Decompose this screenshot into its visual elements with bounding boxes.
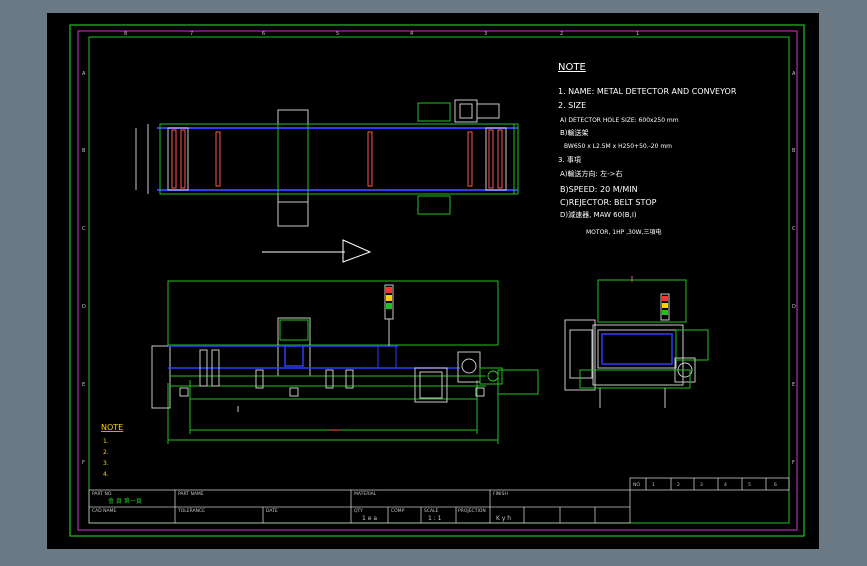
small-note-item: 3.	[103, 460, 109, 467]
svg-text:8: 8	[124, 31, 127, 37]
part-name-label: PART NAME	[178, 491, 204, 497]
svg-text:F: F	[792, 460, 795, 466]
qty-value: 1 e a	[362, 515, 377, 522]
svg-text:E: E	[82, 382, 85, 388]
cad-drawing-viewport: 8 7 6 5 4 3 2 1 A B C D E F A B C D E F NOTE 1. NAME:…	[0, 0, 867, 562]
finish-label: FINISH	[493, 491, 508, 497]
note-line: C)REJECTOR: BELT STOP	[560, 198, 657, 207]
qty-label: QTY	[354, 508, 363, 514]
revision-cell: 2	[677, 482, 680, 488]
svg-text:B: B	[792, 148, 796, 154]
notes-heading: NOTE	[558, 62, 586, 73]
designer-value: K y h	[496, 515, 511, 522]
svg-text:A: A	[82, 71, 86, 77]
note-line: A) DETECTOR HOLE SIZE: 600x250 mm	[560, 117, 679, 124]
svg-text:2: 2	[560, 31, 563, 37]
svg-text:D: D	[792, 304, 796, 310]
svg-text:C: C	[792, 226, 796, 232]
revision-cell: 1	[652, 482, 655, 488]
svg-text:7: 7	[190, 31, 193, 37]
revision-cell: 6	[774, 482, 777, 488]
cad-name-label: CAD NAME	[92, 508, 116, 514]
revision-cell: 4	[724, 482, 727, 488]
note-line: A)輸送方向: 左->右	[560, 169, 623, 178]
small-note-item: 1.	[103, 438, 109, 445]
material-label: MATERIAL	[354, 491, 377, 497]
note-line: B)SPEED: 20 M/MIN	[560, 185, 638, 194]
svg-text:D: D	[82, 304, 86, 310]
note-line: 1. NAME: METAL DETECTOR AND CONVEYOR	[558, 87, 737, 96]
note-line: MOTOR, 1HP ,30W,三項电	[586, 228, 662, 236]
svg-text:5: 5	[336, 31, 339, 37]
svg-text:3: 3	[484, 31, 487, 37]
scale-value: 1 : 1	[428, 515, 442, 522]
svg-text:B: B	[82, 148, 86, 154]
note-line: B)輸送架	[560, 128, 589, 137]
small-note-item: 2.	[103, 449, 109, 456]
note-line: D)減速器, MAW 60(B,I)	[560, 210, 637, 219]
svg-text:C: C	[82, 226, 86, 232]
revision-cell: NO	[633, 482, 640, 488]
projection-label: PROJECTION	[458, 508, 486, 514]
note-line: 2. SIZE	[558, 101, 586, 110]
scale-label: SCALE	[424, 508, 439, 514]
part-no-value: 會 頁 第一頁	[108, 497, 142, 505]
tolerance-label: TOLERANCE	[177, 508, 205, 514]
revision-cell: 5	[748, 482, 751, 488]
svg-text:1: 1	[636, 31, 639, 37]
svg-text:E: E	[792, 382, 795, 388]
svg-text:6: 6	[262, 31, 265, 37]
small-note-item: 4.	[103, 471, 109, 478]
svg-text:4: 4	[410, 31, 413, 37]
svg-text:F: F	[82, 460, 85, 466]
date-label: DATE	[266, 508, 278, 514]
revision-cell: 3	[700, 482, 703, 488]
comp-label: COMP	[391, 508, 405, 514]
note-line: 3. 事項	[558, 155, 581, 164]
part-no-label: PART NO.	[92, 491, 113, 497]
small-note-heading: NOTE	[101, 423, 123, 432]
svg-text:A: A	[792, 71, 796, 77]
note-line: BW650 x L2.5M x H250+50.-20 mm	[564, 143, 672, 150]
